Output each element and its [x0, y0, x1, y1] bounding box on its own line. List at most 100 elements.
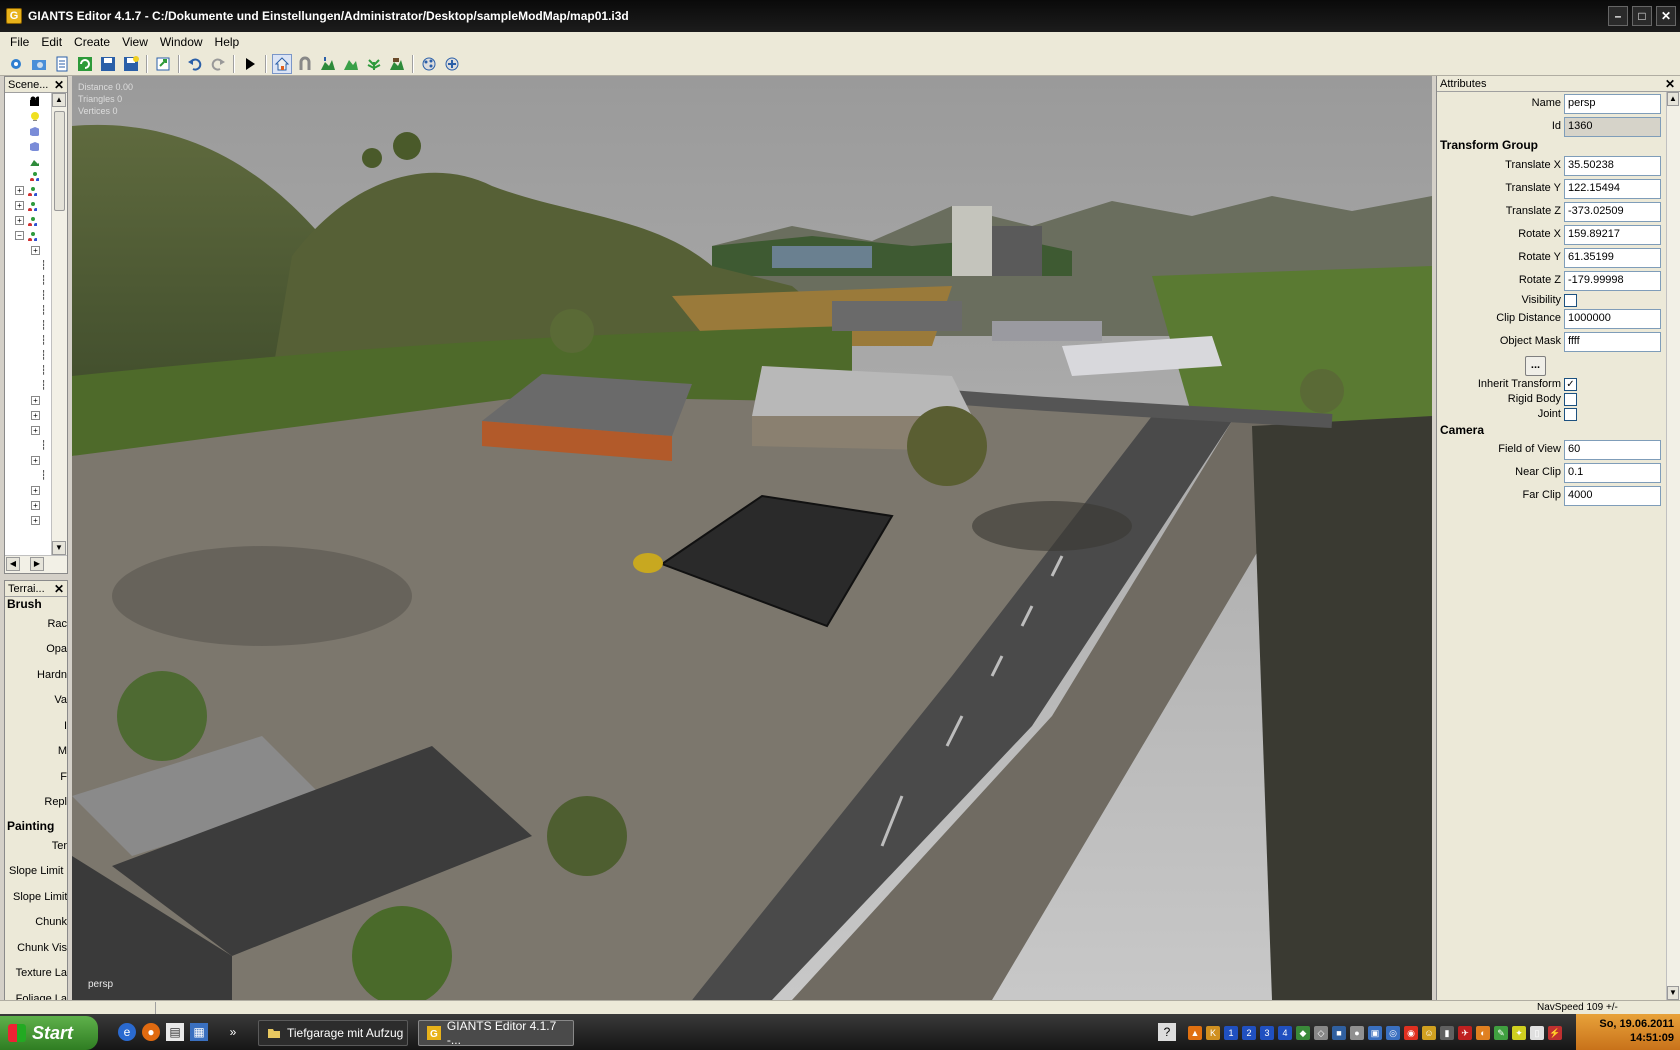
expand-icon[interactable]: + — [31, 411, 40, 420]
tray-icon[interactable]: K — [1206, 1026, 1220, 1040]
tray-icon[interactable]: ▮ — [1440, 1026, 1454, 1040]
play-icon[interactable] — [240, 54, 260, 74]
tree-item[interactable]: + — [5, 393, 53, 408]
scroll-up-icon[interactable]: ▲ — [52, 93, 66, 107]
physics-icon[interactable] — [442, 54, 462, 74]
collapse-icon[interactable]: − — [15, 231, 24, 240]
object-mask-field[interactable]: ffff — [1564, 332, 1661, 352]
name-field[interactable]: persp — [1564, 94, 1661, 114]
tree-item[interactable]: − — [5, 228, 53, 243]
magnet-icon[interactable] — [295, 54, 315, 74]
undo-icon[interactable] — [185, 54, 205, 74]
tray-icon[interactable]: ◆ — [1296, 1026, 1310, 1040]
expand-icon[interactable]: + — [15, 186, 24, 195]
near-clip-field[interactable]: 0.1 — [1564, 463, 1661, 483]
desktop-1-tray-icon[interactable]: 1 — [1224, 1026, 1238, 1040]
visibility-checkbox[interactable] — [1564, 294, 1577, 307]
menu-edit[interactable]: Edit — [35, 35, 68, 49]
foliage-icon[interactable] — [364, 54, 384, 74]
menu-help[interactable]: Help — [209, 35, 246, 49]
menu-file[interactable]: File — [4, 35, 35, 49]
tray-icon[interactable]: ◇ — [1314, 1026, 1328, 1040]
clip-distance-field[interactable]: 1000000 — [1564, 309, 1661, 329]
menu-view[interactable]: View — [116, 35, 154, 49]
desktop-2-tray-icon[interactable]: 2 — [1242, 1026, 1256, 1040]
desktop-4-tray-icon[interactable]: 4 — [1278, 1026, 1292, 1040]
tray-icon[interactable]: ● — [1350, 1026, 1364, 1040]
expand-icon[interactable]: + — [31, 396, 40, 405]
expand-icon[interactable]: + — [31, 486, 40, 495]
scenegraph-close-icon[interactable]: ✕ — [54, 78, 64, 92]
redo-icon[interactable] — [208, 54, 228, 74]
attributes-close-icon[interactable]: ✕ — [1665, 77, 1675, 91]
minimize-button[interactable]: – — [1608, 6, 1628, 26]
tree-item[interactable] — [5, 138, 53, 153]
object-mask-edit-button[interactable]: ... — [1525, 356, 1546, 376]
tree-item[interactable]: + — [5, 483, 53, 498]
terrain-raise-icon[interactable] — [318, 54, 338, 74]
far-clip-field[interactable]: 4000 — [1564, 486, 1661, 506]
system-clock[interactable]: So, 19.06.2011 14:51:09 — [1576, 1014, 1680, 1050]
tree-item[interactable] — [5, 93, 53, 108]
tree-item[interactable]: + — [5, 198, 53, 213]
translate-x-field[interactable]: 35.50238 — [1564, 156, 1661, 176]
maximize-button[interactable]: □ — [1632, 6, 1652, 26]
expand-icon[interactable]: + — [31, 501, 40, 510]
tree-item[interactable]: + — [5, 243, 53, 258]
scroll-thumb[interactable] — [54, 111, 65, 211]
tray-icon[interactable]: ■ — [1332, 1026, 1346, 1040]
scroll-up-icon[interactable]: ▲ — [1667, 92, 1679, 106]
expand-icon[interactable]: + — [31, 516, 40, 525]
tree-item[interactable] — [5, 108, 53, 123]
scenegraph-horizontal-scrollbar[interactable]: ◀ ▶ — [5, 555, 67, 573]
reload-icon[interactable] — [75, 54, 95, 74]
task-tiefgarage[interactable]: Tiefgarage mit Aufzug — [258, 1020, 408, 1046]
tray-icon[interactable]: ◐ — [1476, 1026, 1490, 1040]
list-icon[interactable] — [52, 54, 72, 74]
joint-checkbox[interactable] — [1564, 408, 1577, 421]
expand-icon[interactable]: + — [15, 216, 24, 225]
tree-item[interactable]: + — [5, 498, 53, 513]
expand-icon[interactable]: + — [31, 456, 40, 465]
tree-item[interactable]: + — [5, 408, 53, 423]
3d-viewport[interactable]: Distance 0.00 Triangles 0 Vertices 0 per… — [72, 76, 1432, 1000]
tray-icon[interactable]: ▯ — [1530, 1026, 1544, 1040]
firefox-icon[interactable]: ● — [142, 1023, 160, 1041]
start-button[interactable]: Start — [0, 1016, 98, 1050]
expand-icon[interactable]: + — [31, 246, 40, 255]
tray-icon[interactable]: ☺ — [1422, 1026, 1436, 1040]
tree-item[interactable] — [5, 168, 53, 183]
document-icon[interactable]: ▤ — [166, 1023, 184, 1041]
more-quicklaunch-icon[interactable]: » — [224, 1023, 242, 1041]
tree-item[interactable]: + — [5, 423, 53, 438]
scroll-down-icon[interactable]: ▼ — [52, 541, 66, 555]
export-icon[interactable] — [153, 54, 173, 74]
translate-y-field[interactable]: 122.15494 — [1564, 179, 1661, 199]
translate-z-field[interactable]: -373.02509 — [1564, 202, 1661, 222]
tree-item[interactable] — [5, 123, 53, 138]
tray-icon[interactable]: ◉ — [1404, 1026, 1418, 1040]
tree-item[interactable] — [5, 153, 53, 168]
rotate-x-field[interactable]: 159.89217 — [1564, 225, 1661, 245]
tree-item[interactable]: + — [5, 513, 53, 528]
save-all-icon[interactable] — [121, 54, 141, 74]
fov-field[interactable]: 60 — [1564, 440, 1661, 460]
particle-icon[interactable] — [419, 54, 439, 74]
tray-icon[interactable]: ✈ — [1458, 1026, 1472, 1040]
tray-icon[interactable]: ✎ — [1494, 1026, 1508, 1040]
tray-icon[interactable]: ✦ — [1512, 1026, 1526, 1040]
terrain-close-icon[interactable]: ✕ — [54, 582, 64, 596]
ie-icon[interactable]: e — [118, 1023, 136, 1041]
scenegraph-tree[interactable]: + + + − + ┆ ┆ ┆ ┆ ┆ ┆ ┆ ┆ ┆ + + + ┆ + ┆ … — [5, 93, 53, 555]
menu-create[interactable]: Create — [68, 35, 116, 49]
tray-icon[interactable]: ◎ — [1386, 1026, 1400, 1040]
expand-icon[interactable]: + — [15, 201, 24, 210]
tree-item[interactable]: + — [5, 183, 53, 198]
desktop-3-tray-icon[interactable]: 3 — [1260, 1026, 1274, 1040]
task-giants-editor[interactable]: G GIANTS Editor 4.1.7 -... — [418, 1019, 574, 1047]
scroll-left-icon[interactable]: ◀ — [6, 557, 20, 571]
new-icon[interactable] — [6, 54, 26, 74]
terrain-paint-icon[interactable] — [341, 54, 361, 74]
scroll-right-icon[interactable]: ▶ — [30, 557, 44, 571]
open-icon[interactable] — [29, 54, 49, 74]
